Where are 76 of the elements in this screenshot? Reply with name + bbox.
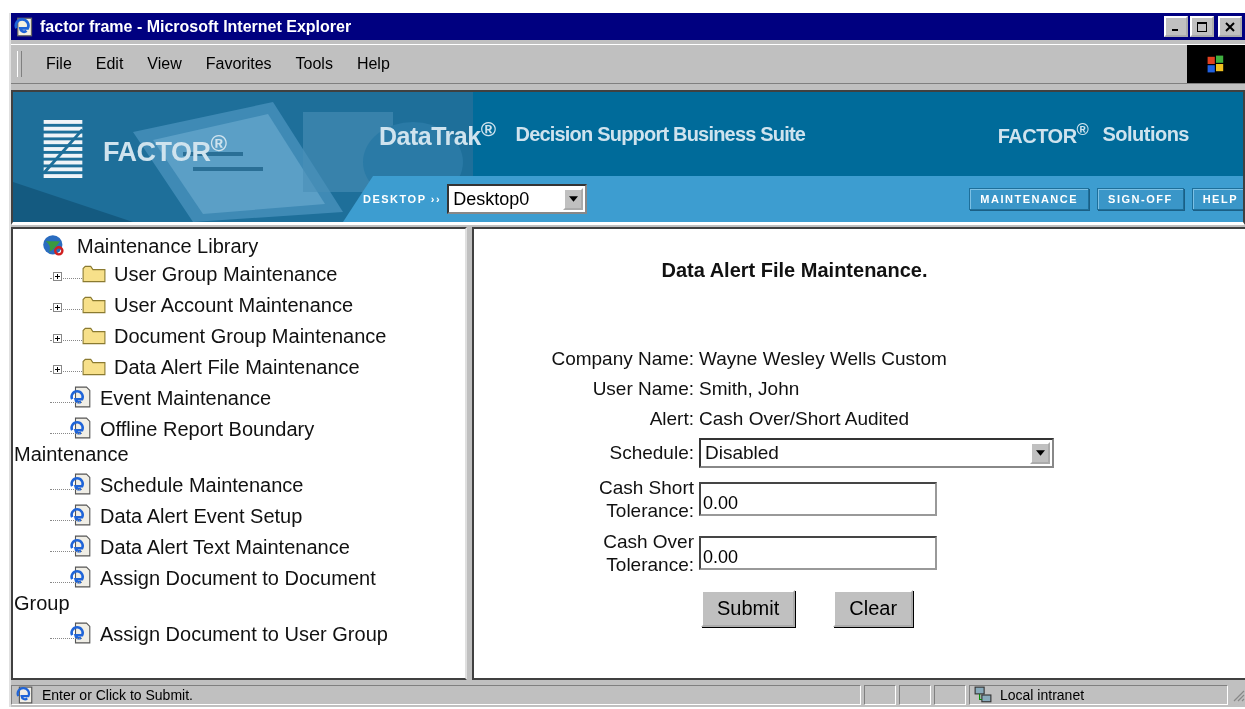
tree-item[interactable]: Assign Document to User Group xyxy=(100,623,388,645)
desktop-label: DESKTOP ›› xyxy=(363,193,442,205)
menu-item[interactable]: Tools xyxy=(283,55,345,73)
brand-name: FACTOR$^{®}$ xyxy=(997,120,1089,148)
expand-icon[interactable] xyxy=(53,272,62,282)
globe-search-icon xyxy=(41,234,67,258)
zone-label: Local intranet xyxy=(1000,687,1085,703)
web-page-icon xyxy=(70,622,92,644)
field-label: Cash Over Tolerance: xyxy=(602,530,694,576)
desktop-select[interactable]: Desktop0 xyxy=(447,184,588,214)
status-message: Enter or Click to Submit. xyxy=(42,687,193,703)
tree-item[interactable]: Data Alert Text Maintenance xyxy=(100,536,350,558)
product-name: DataTrak$^{®}$ xyxy=(379,116,496,152)
tree-item[interactable]: User Account Maintenance xyxy=(114,294,354,316)
field-label: Company Name: xyxy=(550,348,694,370)
maximize-button[interactable] xyxy=(1190,16,1214,37)
web-page-icon xyxy=(16,686,34,704)
web-page-icon xyxy=(70,417,92,439)
folder-icon xyxy=(82,264,106,284)
schedule-select[interactable]: Disabled xyxy=(699,438,1054,468)
menu-item[interactable]: View xyxy=(135,55,194,73)
menu-item[interactable]: Favorites xyxy=(193,55,284,73)
web-page-icon xyxy=(70,535,92,557)
field-label: Alert: xyxy=(648,408,694,430)
tree-item-continuation[interactable]: Maintenance xyxy=(14,443,129,465)
folder-icon xyxy=(82,295,106,315)
tree-item[interactable]: Schedule Maintenance xyxy=(100,474,304,496)
form-heading: Data Alert File Maintenance. xyxy=(660,259,929,282)
maximize-icon xyxy=(1197,21,1207,32)
close-button[interactable] xyxy=(1218,16,1242,37)
status-pane xyxy=(899,685,931,705)
window-title: factor frame - Microsoft Internet Explorer xyxy=(40,17,352,36)
web-page-icon xyxy=(70,566,92,588)
tree-item[interactable]: Data Alert File Maintenance xyxy=(114,356,360,378)
web-page-icon xyxy=(70,504,92,526)
field-value: Smith, John xyxy=(699,378,801,400)
logo-icon xyxy=(43,120,83,178)
input-field[interactable]: 0.00 xyxy=(699,536,937,570)
windows-logo-icon xyxy=(1187,45,1245,83)
status-pane xyxy=(934,685,966,705)
field-label: User Name: xyxy=(591,378,694,400)
tree-item[interactable]: Assign Document to Document xyxy=(100,567,376,589)
expand-icon[interactable] xyxy=(53,303,62,313)
tree-item[interactable]: Offline Report Boundary xyxy=(100,418,315,440)
tree-item[interactable]: Document Group Maintenance xyxy=(114,325,387,347)
web-page-icon xyxy=(70,386,92,408)
expand-icon[interactable] xyxy=(53,334,62,344)
network-icon xyxy=(974,686,992,704)
form-button[interactable]: Submit xyxy=(701,590,796,627)
tree-item[interactable]: Data Alert Event Setup xyxy=(100,505,303,527)
minimize-icon xyxy=(1171,29,1178,31)
expand-icon[interactable] xyxy=(53,365,62,375)
tree-item-continuation[interactable]: Group xyxy=(14,592,70,614)
menu-item[interactable]: Edit xyxy=(83,55,136,73)
field-value: Cash Over/Short Audited xyxy=(699,408,911,430)
tree-root-label[interactable]: Maintenance Library xyxy=(77,234,259,258)
brand-suffix: Solutions xyxy=(1102,122,1189,146)
web-page-icon xyxy=(70,473,92,495)
tagline: Decision Support Business Suite xyxy=(515,122,806,146)
form-button[interactable]: Clear xyxy=(833,590,914,627)
input-field[interactable]: 0.00 xyxy=(699,482,937,516)
tree-item[interactable]: User Group Maintenance xyxy=(114,263,338,285)
status-pane xyxy=(864,685,896,705)
minimize-button[interactable] xyxy=(1164,16,1188,37)
field-label: Schedule: xyxy=(608,442,694,464)
logo-text: FACTOR$^{®}$ xyxy=(103,130,227,168)
folder-icon xyxy=(82,326,106,346)
menu-item[interactable]: Help xyxy=(344,55,402,73)
menu-item[interactable]: File xyxy=(34,55,84,73)
close-icon xyxy=(1225,21,1235,32)
folder-icon xyxy=(82,357,106,377)
tree-item[interactable]: Event Maintenance xyxy=(100,387,272,409)
field-value: Wayne Wesley Wells Custom xyxy=(699,348,948,370)
browser-icon xyxy=(14,16,34,37)
resize-grip-icon xyxy=(1231,688,1245,702)
field-label: Cash Short Tolerance: xyxy=(597,476,694,522)
